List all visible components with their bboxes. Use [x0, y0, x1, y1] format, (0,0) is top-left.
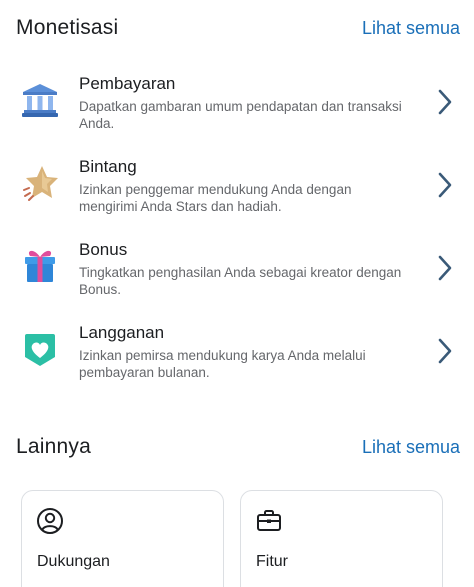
chevron-right-icon: [436, 254, 454, 282]
others-title: Lainnya: [16, 435, 91, 458]
card-dukungan[interactable]: Dukungan: [21, 490, 224, 587]
menu-item-description: Dapatkan gambaran umum pendapatan dan tr…: [79, 99, 402, 131]
menu-item-title: Bonus: [79, 240, 128, 259]
menu-item-title: Pembayaran: [79, 74, 176, 93]
menu-item-description: Tingkatkan penghasilan Anda sebagai krea…: [79, 265, 402, 297]
monetization-title: Monetisasi: [16, 16, 119, 39]
menu-item-title: Langganan: [79, 323, 165, 342]
heart-shield-icon: [20, 329, 60, 369]
menu-item-bonus[interactable]: Bonus Tingkatkan penghasilan Anda sebaga…: [0, 236, 474, 319]
person-circle-icon: [36, 507, 64, 535]
monetization-header: Monetisasi Lihat semua: [16, 16, 460, 40]
chevron-right-icon: [436, 337, 454, 365]
card-label: Dukungan: [37, 553, 110, 570]
gift-icon: [20, 246, 60, 286]
bank-icon: [20, 80, 60, 120]
others-cards: Dukungan Fitur: [21, 490, 455, 587]
menu-item-description: Izinkan penggemar mendukung Anda dengan …: [79, 182, 352, 214]
menu-item-pembayaran[interactable]: Pembayaran Dapatkan gambaran umum pendap…: [0, 70, 474, 153]
card-label: Fitur: [256, 553, 288, 570]
monetization-page: Monetisasi Lihat semua Pembayaran Dapatk…: [0, 0, 474, 587]
menu-item-description: Izinkan pemirsa mendukung karya Anda mel…: [79, 348, 366, 380]
others-header: Lainnya Lihat semua: [16, 435, 460, 459]
menu-item-langganan[interactable]: Langganan Izinkan pemirsa mendukung kary…: [0, 319, 474, 402]
star-icon: [20, 163, 60, 203]
menu-item-title: Bintang: [79, 157, 137, 176]
chevron-right-icon: [436, 88, 454, 116]
menu-item-bintang[interactable]: Bintang Izinkan penggemar mendukung Anda…: [0, 153, 474, 236]
monetization-see-all-link[interactable]: Lihat semua: [362, 18, 460, 39]
card-fitur[interactable]: Fitur: [240, 490, 443, 587]
chevron-right-icon: [436, 171, 454, 199]
briefcase-icon: [255, 507, 283, 535]
monetization-list: Pembayaran Dapatkan gambaran umum pendap…: [0, 70, 474, 402]
others-see-all-link[interactable]: Lihat semua: [362, 437, 460, 458]
